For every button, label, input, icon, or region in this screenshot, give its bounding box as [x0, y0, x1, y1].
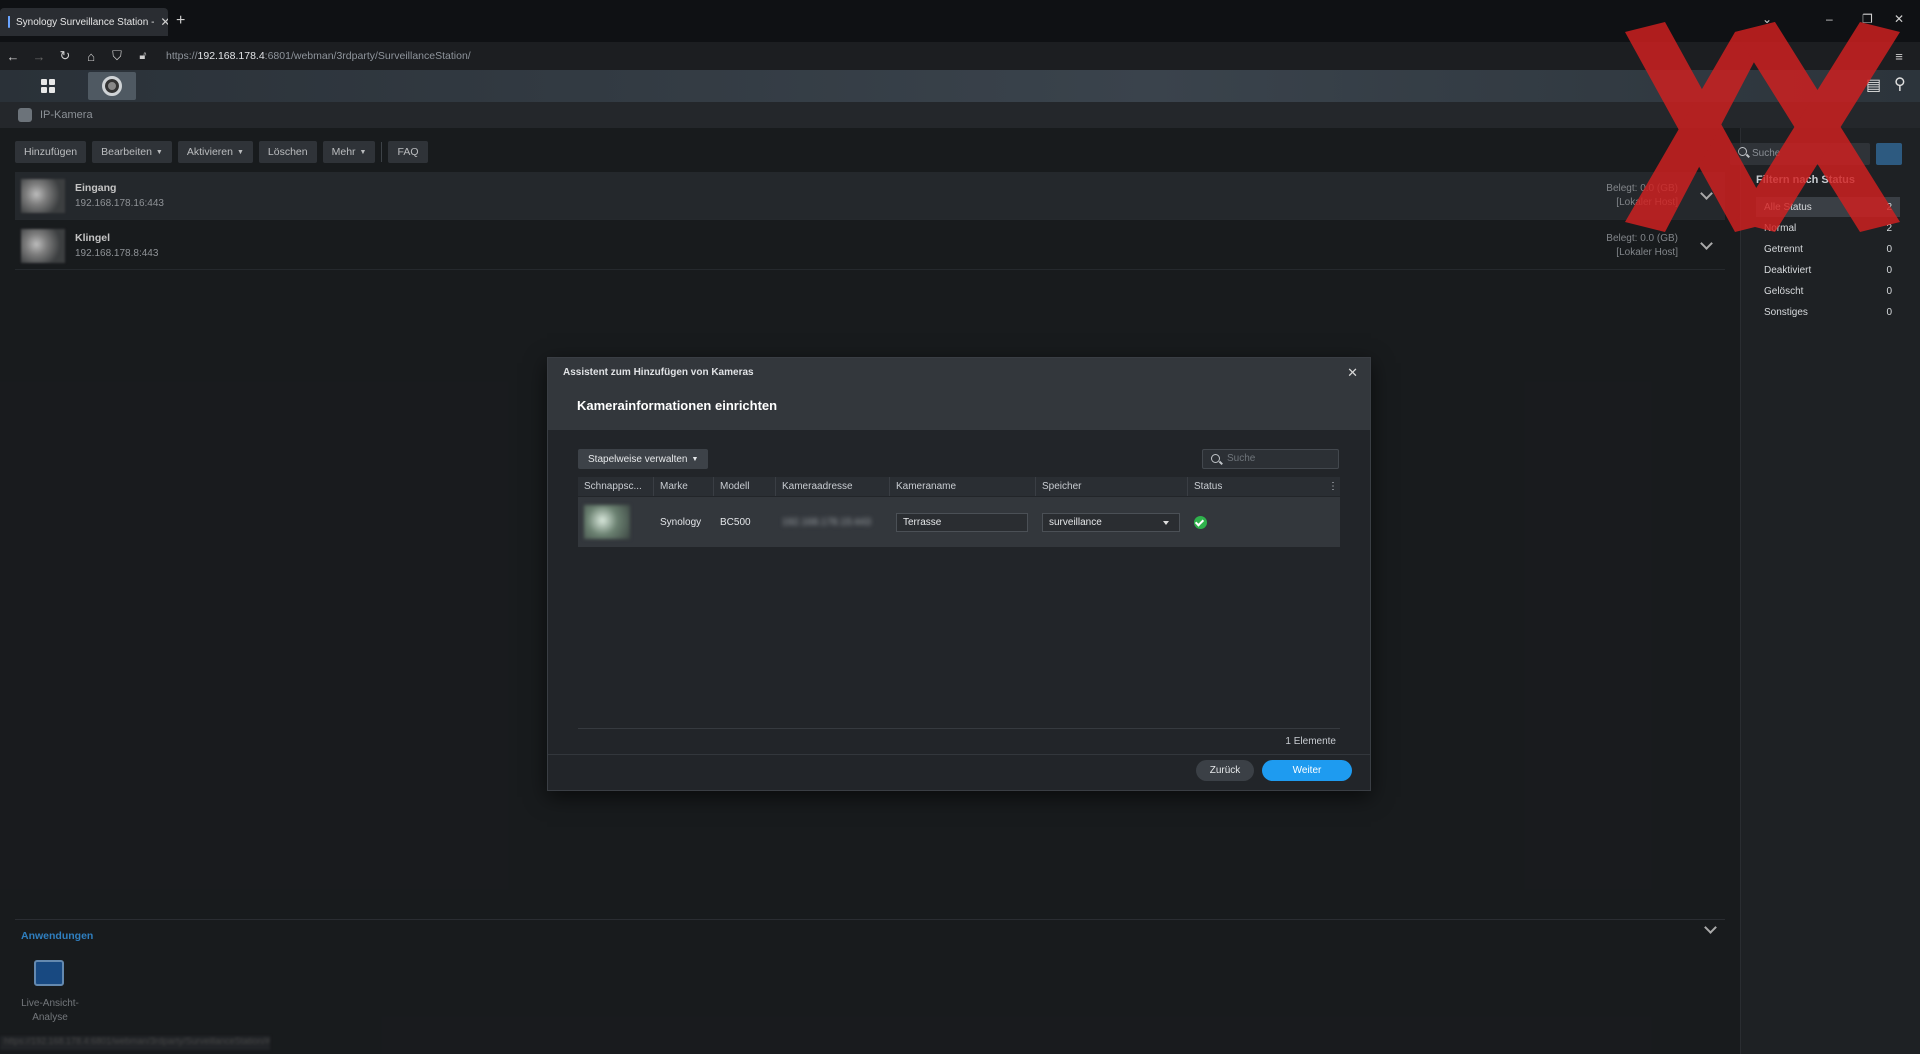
address-bar[interactable]: https://192.168.178.4:6801/webman/3rdpar…: [166, 50, 471, 62]
lock-icon[interactable]: 🔓︎: [130, 50, 156, 63]
filter-disconnected[interactable]: Getrennt 0: [1756, 239, 1900, 259]
column-model[interactable]: Modell: [714, 477, 776, 496]
close-tab-icon[interactable]: ✕: [160, 15, 168, 29]
tab-title: Synology Surveillance Station -: [16, 16, 155, 28]
cell-model: BC500: [720, 516, 751, 528]
storage-select[interactable]: surveillance: [1042, 512, 1180, 532]
column-options-icon[interactable]: ⋮: [1326, 477, 1340, 496]
shield-icon: [8, 16, 10, 28]
grid-icon: [41, 79, 55, 93]
dialog-header: Assistent zum Hinzufügen von Kameras Kam…: [548, 358, 1370, 430]
window-title: IP-Kamera: [40, 109, 93, 121]
column-snapshot[interactable]: Schnappsc...: [578, 477, 654, 496]
camera-snapshot: [584, 505, 630, 539]
new-tab-button[interactable]: +: [176, 12, 185, 30]
filter-label: Sonstiges: [1764, 306, 1808, 318]
filter-label: Getrennt: [1764, 243, 1803, 255]
surveillance-app-button[interactable]: [88, 72, 136, 100]
forward-icon[interactable]: →: [26, 49, 52, 64]
filter-count: 0: [1886, 264, 1892, 276]
red-x-overlay: [1625, 22, 1900, 232]
next-button[interactable]: Weiter: [1262, 760, 1352, 781]
close-icon[interactable]: ✕: [1347, 365, 1358, 381]
column-address[interactable]: Kameraadresse: [776, 477, 890, 496]
back-icon[interactable]: ←: [0, 49, 26, 64]
main-menu-button[interactable]: [24, 72, 72, 100]
column-status[interactable]: Status: [1188, 477, 1326, 496]
tracking-shield-icon[interactable]: ⛉: [104, 48, 130, 64]
item-count: 1 Elemente: [1285, 736, 1336, 747]
filter-disabled[interactable]: Deaktiviert 0: [1756, 260, 1900, 280]
batch-manage-label: Stapelweise verwalten: [588, 453, 688, 465]
search-placeholder: Suche: [1227, 453, 1256, 464]
status-ok-icon: [1194, 515, 1207, 529]
filter-count: 0: [1886, 285, 1892, 297]
url-path: :6801/webman/3rdparty/SurveillanceStatio…: [264, 50, 471, 62]
url-prefix: https://: [166, 50, 198, 62]
camera-icon: [102, 76, 122, 96]
table-footer-divider: [578, 728, 1340, 729]
search-icon: [1211, 454, 1220, 463]
ip-camera-icon: [18, 108, 32, 122]
filter-label: Gelöscht: [1764, 285, 1804, 297]
filter-other[interactable]: Sonstiges 0: [1756, 302, 1900, 322]
back-button[interactable]: Zurück: [1196, 760, 1254, 781]
dialog-search-input[interactable]: Suche: [1202, 449, 1339, 469]
batch-manage-button[interactable]: Stapelweise verwalten ▼: [578, 449, 709, 469]
wizard-title: Assistent zum Hinzufügen von Kameras: [563, 367, 754, 378]
camera-name-input[interactable]: Terrasse: [896, 512, 1028, 532]
browser-tab[interactable]: Synology Surveillance Station - ✕: [0, 8, 168, 36]
table-row[interactable]: Synology BC500 192.168.178.15:443 Terras…: [578, 497, 1340, 547]
filter-deleted[interactable]: Gelöscht 0: [1756, 281, 1900, 301]
url-host: 192.168.178.4: [197, 50, 265, 62]
cell-brand: Synology: [660, 516, 702, 528]
table-header: Schnappsc... Marke Modell Kameraadresse …: [578, 477, 1340, 496]
column-camera-name[interactable]: Kameraname: [890, 477, 1036, 496]
add-camera-wizard-dialog: Assistent zum Hinzufügen von Kameras Kam…: [547, 357, 1371, 791]
home-icon[interactable]: ⌂: [78, 49, 104, 64]
column-brand[interactable]: Marke: [654, 477, 714, 496]
caret-down-icon: ▼: [691, 455, 699, 463]
column-storage[interactable]: Speicher: [1036, 477, 1188, 496]
reload-icon[interactable]: ↻: [52, 48, 78, 64]
cell-address: 192.168.178.15:443: [782, 516, 871, 528]
dialog-title: Kamerainformationen einrichten: [577, 398, 778, 413]
filter-count: 0: [1886, 243, 1892, 255]
filter-label: Deaktiviert: [1764, 264, 1812, 276]
filter-count: 0: [1886, 306, 1892, 318]
